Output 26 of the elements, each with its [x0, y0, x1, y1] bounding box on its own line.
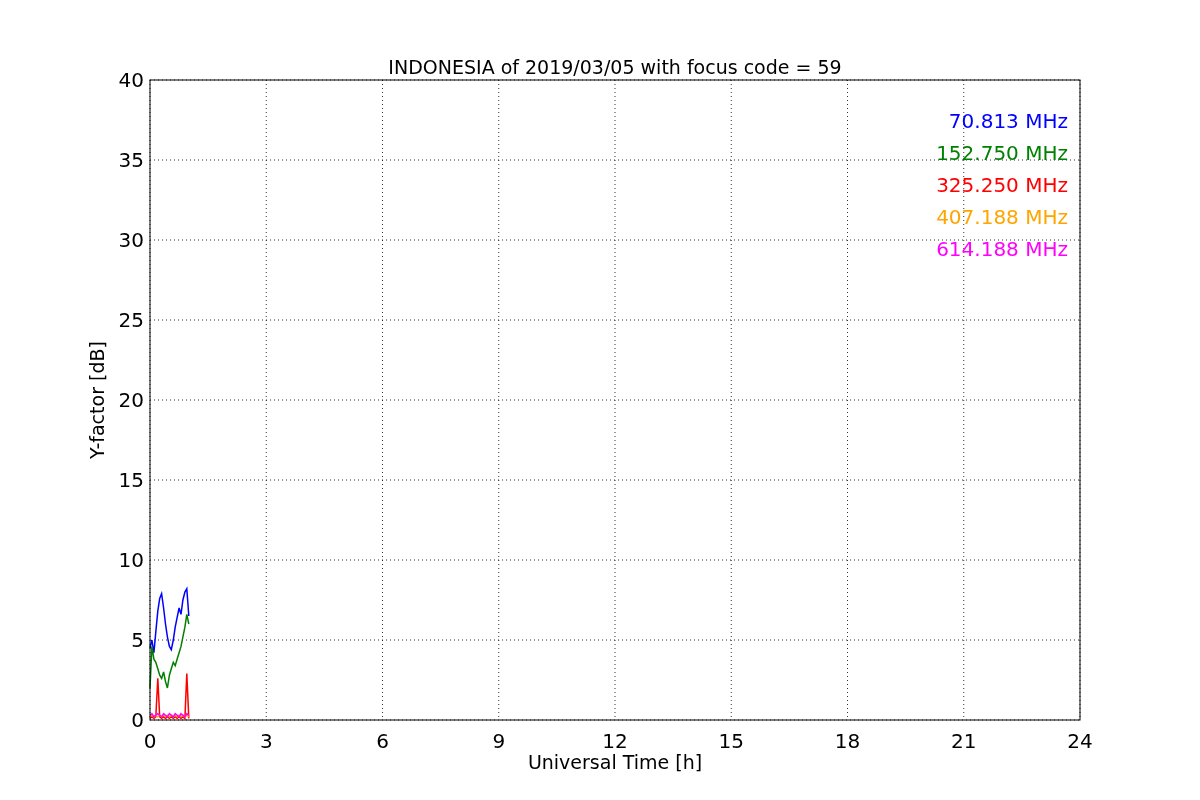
tick-label: 15 — [118, 468, 144, 492]
tick-label: 21 — [951, 729, 977, 753]
tick-label: 6 — [376, 729, 389, 753]
chart-title: INDONESIA of 2019/03/05 with focus code = 59 — [388, 56, 842, 78]
tick-label: 25 — [118, 308, 144, 332]
legend-label: 614.188 MHz — [936, 237, 1068, 261]
x-axis-label: Universal Time [h] — [527, 751, 703, 773]
tick-label: 15 — [718, 729, 744, 753]
tick-label: 9 — [492, 729, 506, 753]
tick-label: 10 — [118, 548, 144, 572]
tick-label: 35 — [118, 148, 144, 172]
tick-label: 20 — [118, 388, 144, 412]
y-axis-label: Y-factor [dB] — [86, 341, 108, 459]
legend-label: 70.813 MHz — [948, 109, 1068, 133]
legend-label: 407.188 MHz — [936, 205, 1068, 229]
legend-label: 325.250 MHz — [936, 173, 1068, 197]
legend-label: 152.750 MHz — [936, 141, 1068, 165]
tick-label: 18 — [834, 729, 861, 753]
tick-label: 0 — [131, 708, 144, 732]
tick-label: 30 — [118, 228, 144, 252]
tick-label: 12 — [602, 729, 628, 753]
tick-label: 40 — [118, 68, 144, 92]
tick-label: 3 — [259, 729, 273, 753]
tick-label: 5 — [131, 628, 144, 652]
tick-label: 24 — [1067, 729, 1093, 753]
tick-label: 0 — [143, 729, 157, 753]
